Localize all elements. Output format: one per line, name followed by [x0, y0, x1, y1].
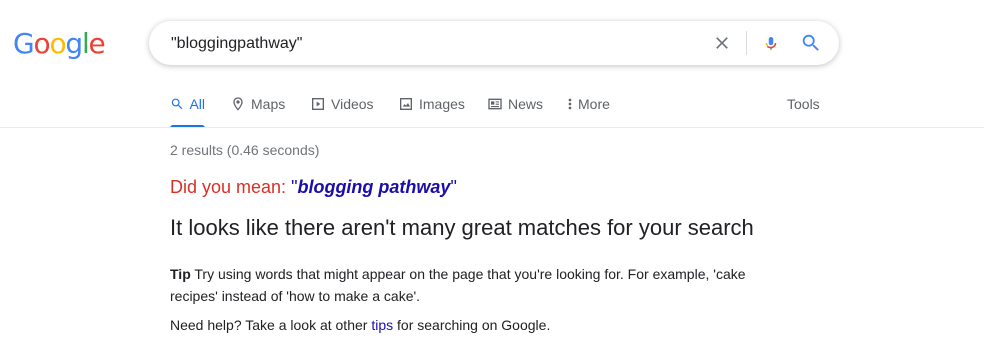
logo-letter: o: [49, 27, 66, 60]
tab-label: More: [578, 96, 610, 112]
tab-maps[interactable]: Maps: [230, 92, 285, 128]
no-results-headline: It looks like there aren't many great ma…: [170, 215, 754, 240]
tip-label: Tip: [170, 266, 191, 282]
tips-link[interactable]: tips: [371, 317, 393, 333]
search-icon: [171, 98, 183, 110]
logo-letter: g: [65, 27, 83, 60]
tools-button[interactable]: Tools: [787, 92, 820, 116]
logo-letter: e: [88, 27, 106, 60]
search-box[interactable]: "bloggingpathway": [149, 21, 839, 65]
tab-images[interactable]: Images: [398, 92, 465, 128]
tab-videos[interactable]: Videos: [310, 92, 374, 128]
map-pin-icon: [233, 97, 243, 111]
tip-text: Try using words that might appear on the…: [170, 266, 746, 304]
did-you-mean: Did you mean: "blogging pathway": [170, 175, 457, 199]
tab-label: Maps: [251, 96, 286, 112]
result-stats: 2 results (0.46 seconds): [170, 142, 320, 158]
microphone-icon[interactable]: [762, 32, 780, 54]
tab-news[interactable]: News: [487, 92, 543, 128]
tab-label: News: [508, 96, 544, 112]
suggestion-text: blogging pathway: [297, 177, 451, 197]
help-text-after: for searching on Google.: [393, 317, 551, 333]
search-tip: Tip Try using words that might appear on…: [170, 263, 770, 307]
tab-more[interactable]: More: [564, 92, 610, 128]
search-icon[interactable]: [800, 32, 822, 54]
news-icon: [488, 98, 502, 110]
tab-label: All: [189, 96, 205, 112]
tab-label: Videos: [331, 96, 374, 112]
logo-letter: G: [13, 27, 35, 60]
close-quote: ": [450, 177, 457, 197]
did-you-mean-prefix: Did you mean:: [170, 177, 292, 197]
search-input[interactable]: "bloggingpathway": [171, 21, 302, 65]
header-divider: [0, 127, 984, 128]
tab-label: Images: [419, 96, 465, 112]
spelling-suggestion-link[interactable]: "blogging pathway": [291, 177, 457, 197]
help-text: Need help? Take a look at other tips for…: [170, 314, 550, 336]
logo-letter: o: [33, 27, 51, 60]
search-box-divider: [746, 31, 747, 55]
more-vertical-icon: [568, 98, 572, 110]
google-logo[interactable]: Google: [13, 27, 106, 60]
tab-all[interactable]: All: [170, 92, 205, 128]
help-text-before: Need help? Take a look at other: [170, 317, 372, 333]
close-icon[interactable]: [712, 33, 732, 53]
logo-letter: l: [81, 27, 90, 60]
image-icon: [400, 98, 412, 110]
video-icon: [312, 98, 324, 110]
